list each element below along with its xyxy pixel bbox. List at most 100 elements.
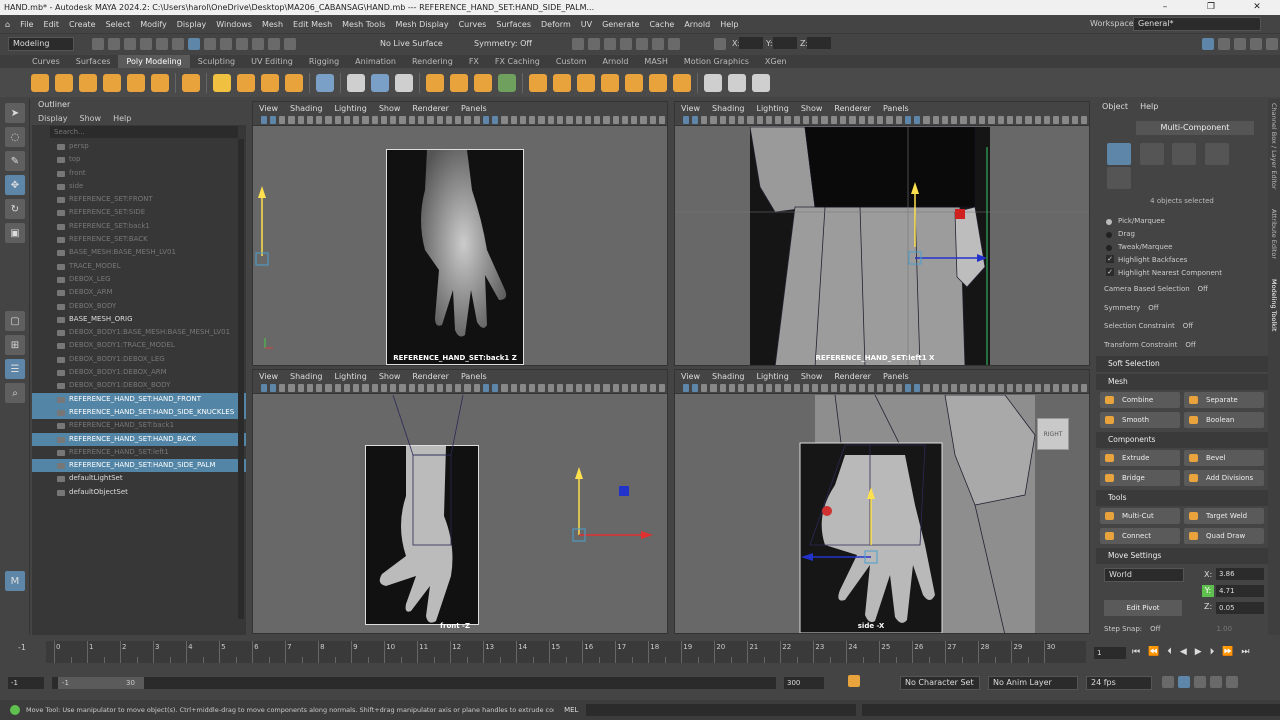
viewport-tool-icon[interactable] <box>895 383 902 392</box>
lasso-tool-icon[interactable]: ◌ <box>5 127 25 147</box>
viewport-tool-icon[interactable] <box>941 383 949 392</box>
outliner-item[interactable]: DEBOX_BODY1:TRACE_MODEL <box>32 339 246 352</box>
type-icon[interactable] <box>347 73 365 92</box>
shelf-tab-rendering[interactable]: Rendering <box>404 55 461 68</box>
render-view-icon[interactable] <box>572 38 584 50</box>
paint-select-icon[interactable]: ✎ <box>5 151 25 171</box>
vp-menu-shading[interactable]: Shading <box>706 104 751 113</box>
menu-surfaces[interactable]: Surfaces <box>491 20 536 29</box>
viewport-toolbar[interactable] <box>253 114 667 126</box>
side-tab-channel-box[interactable]: Channel Box / Layer Editor <box>1270 103 1278 190</box>
vp-menu-renderer[interactable]: Renderer <box>828 104 877 113</box>
outliner-item[interactable]: DEBOX_BODY <box>32 300 246 313</box>
viewport-tool-icon[interactable] <box>867 115 875 124</box>
viewport-tool-icon[interactable] <box>988 115 995 124</box>
viewport-tool-icon[interactable] <box>557 383 564 392</box>
attribute-editor-icon[interactable] <box>1218 38 1230 50</box>
viewport-tool-icon[interactable] <box>316 383 323 392</box>
viewport-tool-icon[interactable] <box>960 115 967 124</box>
multi-cut-button[interactable]: Multi-Cut <box>1100 508 1180 524</box>
snap-view-icon[interactable] <box>268 38 280 50</box>
select-tool-icon[interactable]: ➤ <box>5 103 25 123</box>
outliner-scrollbar[interactable] <box>238 139 244 619</box>
append-shelf-icon[interactable] <box>577 73 595 92</box>
viewport-tool-icon[interactable] <box>566 115 573 124</box>
go-to-start-icon[interactable]: ⏮ <box>1132 647 1140 657</box>
shelf-tab-sculpting[interactable]: Sculpting <box>190 55 243 68</box>
outliner-item[interactable]: TRACE_MODEL <box>32 260 246 273</box>
edge-mode-icon[interactable] <box>1172 143 1197 165</box>
move-z-field[interactable]: 0.05 <box>1216 602 1264 614</box>
svg-icon[interactable] <box>285 73 303 92</box>
viewport-tool-icon[interactable] <box>682 383 689 392</box>
viewport-tool-icon[interactable] <box>914 383 921 392</box>
viewport-tool-icon[interactable] <box>547 115 554 124</box>
outliner-item[interactable]: REFERENCE_HAND_SET:HAND_SIDE_PALM <box>32 459 246 473</box>
viewport-tool-icon[interactable] <box>802 115 810 124</box>
outliner-menu-help[interactable]: Help <box>107 114 137 123</box>
x-field[interactable] <box>739 37 763 49</box>
viewport-tool-icon[interactable] <box>793 115 800 124</box>
viewport-tool-icon[interactable] <box>858 115 865 124</box>
viewport-tool-icon[interactable] <box>941 115 949 124</box>
viewport-tool-icon[interactable] <box>631 383 638 392</box>
vp-menu-show[interactable]: Show <box>795 104 829 113</box>
viewport-tool-icon[interactable] <box>371 115 378 124</box>
viewport-tool-icon[interactable] <box>691 115 699 124</box>
z-field[interactable] <box>807 37 831 49</box>
viewport-tool-icon[interactable] <box>464 383 471 392</box>
soft-selection-section[interactable]: Soft Selection <box>1096 356 1268 372</box>
viewport-tool-icon[interactable] <box>849 115 856 124</box>
range-start-field[interactable]: -1 <box>8 677 44 689</box>
viewport-tool-icon[interactable] <box>1080 383 1088 392</box>
bevel-edge-shelf-icon[interactable] <box>625 73 643 92</box>
viewport-tool-icon[interactable] <box>728 383 736 392</box>
tweak-marquee-radio[interactable]: Tweak/Marquee <box>1096 241 1268 254</box>
viewport-tool-icon[interactable] <box>612 115 619 124</box>
menu-select[interactable]: Select <box>101 20 136 29</box>
step-back-key-icon[interactable]: ⏪ <box>1148 647 1159 657</box>
cache-playback-icon[interactable] <box>1178 676 1190 688</box>
single-view-icon[interactable]: ▢ <box>5 311 25 331</box>
separate-shelf-icon[interactable] <box>450 73 468 92</box>
viewport-tool-icon[interactable] <box>279 383 286 392</box>
viewport-tool-icon[interactable] <box>979 115 986 124</box>
viewport-tool-icon[interactable] <box>821 115 828 124</box>
viewport-tool-icon[interactable] <box>279 115 286 124</box>
shelf-tab-rigging[interactable]: Rigging <box>301 55 347 68</box>
viewport-tool-icon[interactable] <box>353 115 360 124</box>
viewport-tool-icon[interactable] <box>775 383 782 392</box>
viewport-tool-icon[interactable] <box>867 383 875 392</box>
viewport-tool-icon[interactable] <box>969 383 976 392</box>
viewport-tool-icon[interactable] <box>306 115 314 124</box>
viewport-tool-icon[interactable] <box>765 383 773 392</box>
highlight-backfaces-checkbox[interactable]: Highlight Backfaces <box>1096 254 1268 267</box>
viewport-tool-icon[interactable] <box>575 115 582 124</box>
viewport-tool-icon[interactable] <box>997 115 1004 124</box>
anim-layer-select[interactable]: No Anim Layer <box>988 676 1078 690</box>
viewport-tool-icon[interactable] <box>1025 383 1032 392</box>
viewport-tool-icon[interactable] <box>492 115 499 124</box>
viewport-tool-icon[interactable] <box>802 383 810 392</box>
sound-icon[interactable] <box>1194 676 1206 688</box>
viewport-tool-icon[interactable] <box>1016 383 1023 392</box>
move-gizmo[interactable] <box>253 126 283 286</box>
viewport-tool-icon[interactable] <box>408 383 416 392</box>
viewport-tool-icon[interactable] <box>840 115 847 124</box>
current-frame-field[interactable]: 1 <box>1094 647 1126 659</box>
viewport-tool-icon[interactable] <box>325 115 332 124</box>
viewport-tool-icon[interactable] <box>691 383 699 392</box>
symmetry-option[interactable]: Symmetry Off <box>1096 299 1268 318</box>
viewport-toolbar[interactable] <box>253 382 667 394</box>
vp-menu-lighting[interactable]: Lighting <box>750 104 794 113</box>
outliner-item[interactable]: DEBOX_ARM <box>32 286 246 299</box>
viewport-tool-icon[interactable] <box>436 115 443 124</box>
viewport-tool-icon[interactable] <box>603 383 610 392</box>
outliner-item[interactable]: persp <box>32 140 246 153</box>
move-space-select[interactable]: World <box>1104 568 1184 582</box>
rotate-tool-icon[interactable]: ↻ <box>5 199 25 219</box>
drag-radio[interactable]: Drag <box>1096 228 1268 241</box>
viewport-tool-icon[interactable] <box>288 115 295 124</box>
viewport-tool-icon[interactable] <box>640 115 647 124</box>
viewport-tool-icon[interactable] <box>640 383 647 392</box>
